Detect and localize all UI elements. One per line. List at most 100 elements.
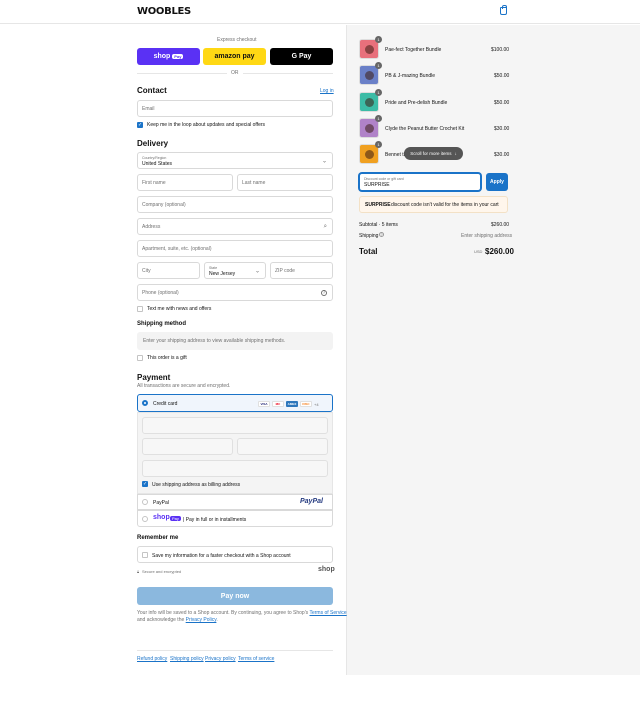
card-expiry-field[interactable] [142, 438, 233, 455]
privacy-policy-footer-link[interactable]: Privacy policy [205, 656, 236, 662]
phone-field[interactable]: Phone (optional) ? [137, 284, 333, 301]
discount-code-label: Discount code or gift card [364, 177, 404, 181]
or-divider-left [137, 73, 227, 74]
legal-mid: and acknowledge the [137, 617, 185, 623]
discount-code-field[interactable]: Discount code or gift card SURPRISE [359, 173, 481, 191]
cart-item-name: Clyde the Peanut Butter Crochet Kit [385, 126, 465, 132]
email-field[interactable]: Email [137, 100, 333, 117]
payment-heading: Payment [137, 373, 171, 382]
credit-card-label: Credit card [153, 401, 178, 407]
cart-item-name: PB & J-mazing Bundle [385, 73, 436, 79]
pay-now-button[interactable]: Pay now [137, 587, 333, 605]
card-brand-icons: VISA MC AMEX DISC +4 [258, 401, 319, 407]
shipping-policy-link[interactable]: Shipping policy [170, 656, 204, 662]
product-image [365, 124, 374, 133]
country-value: United States [142, 161, 173, 167]
lock-icon: 🔒︎ [137, 569, 140, 574]
discount-error-notice: SURPRISE discount code isn't valid for t… [359, 196, 508, 213]
last-name-placeholder: Last name [242, 179, 266, 186]
card-number-field[interactable] [142, 417, 328, 434]
card-name-field[interactable] [142, 460, 328, 477]
address-placeholder: Address [142, 223, 161, 230]
apply-discount-button[interactable]: Apply [486, 173, 508, 191]
cart-item-price: $50.00 [494, 73, 510, 79]
state-select[interactable]: State New Jersey ⌄ [204, 262, 266, 279]
state-label: State [209, 266, 218, 270]
currency-label: USD [474, 249, 483, 254]
notice-text: discount code isn't valid for the items … [391, 202, 499, 208]
shipping-method-placeholder-box: Enter your shipping address to view avai… [137, 332, 333, 350]
google-pay-button[interactable]: G Pay [270, 48, 333, 65]
arrow-down-icon: ↓ [454, 151, 457, 156]
gift-label: This order is a gift [147, 355, 187, 361]
apartment-field[interactable]: Apartment, suite, etc. (optional) [137, 240, 333, 257]
company-placeholder: Company (optional) [142, 201, 186, 208]
shipping-value: Enter shipping address [461, 233, 513, 239]
shop-pay-pill: Pay [170, 516, 181, 521]
shipping-label: Shipping [359, 233, 379, 239]
zip-field[interactable]: ZIP code [270, 262, 333, 279]
company-field[interactable]: Company (optional) [137, 196, 333, 213]
discover-icon: DISC [300, 401, 312, 407]
help-icon[interactable]: ? [321, 289, 327, 296]
cart-item-qty-badge: 1 [375, 141, 382, 148]
refund-policy-link[interactable]: Refund policy [137, 656, 167, 662]
cart-item-qty-badge: 1 [375, 36, 382, 43]
shop-pay-wordmark: shop [153, 53, 171, 60]
shop-pay-text: | Pay in full or in installments [183, 517, 247, 523]
card-cvv-field[interactable] [237, 438, 328, 455]
login-link[interactable]: Log in [320, 88, 334, 94]
total-label: Total [359, 247, 378, 256]
more-cards-label: +4 [314, 401, 319, 407]
brand-logo[interactable]: WOOBLES [137, 6, 191, 17]
phone-placeholder: Phone (optional) [142, 289, 179, 296]
product-image [365, 98, 374, 107]
newsletter-checkbox[interactable]: ✓ [137, 122, 143, 128]
billing-same-checkbox[interactable]: ✓ [142, 481, 148, 487]
delivery-heading: Delivery [137, 139, 169, 148]
terms-of-service-footer-link[interactable]: Terms of service [238, 656, 274, 662]
cart-item-price: $30.00 [494, 126, 510, 132]
notice-code: SURPRISE [365, 202, 391, 208]
shop-pay-pill: Pay [172, 54, 184, 59]
remember-me-checkbox[interactable] [142, 552, 148, 558]
legal-text: Your info will be saved to a Shop accoun… [137, 610, 347, 616]
apartment-placeholder: Apartment, suite, etc. (optional) [142, 245, 212, 252]
credit-card-radio[interactable] [142, 400, 148, 406]
paypal-label: PayPal [153, 500, 169, 506]
info-icon[interactable]: ? [379, 232, 384, 237]
remember-me-box[interactable]: Save my information for a faster checkou… [137, 546, 333, 563]
footer-divider [137, 650, 333, 651]
chevron-down-icon: ⌄ [321, 158, 327, 164]
text-news-checkbox[interactable] [137, 306, 143, 312]
cart-item-price: $100.00 [491, 47, 510, 53]
paypal-radio[interactable] [142, 499, 148, 505]
shop-pay-option[interactable]: shop Pay | Pay in full or in installment… [137, 510, 333, 527]
shopping-bag-icon[interactable] [500, 5, 507, 15]
last-name-field[interactable]: Last name [237, 174, 333, 191]
remember-me-heading: Remember me [137, 535, 179, 541]
shipping-method-placeholder: Enter your shipping address to view avai… [143, 338, 286, 344]
cart-item-qty-badge: 1 [375, 115, 382, 122]
total-value: $260.00 [485, 247, 514, 256]
privacy-policy-link[interactable]: Privacy Policy [186, 617, 217, 623]
amazon-pay-button[interactable]: amazon pay [203, 48, 266, 65]
shop-pay-button[interactable]: shop Pay [137, 48, 200, 65]
paypal-option[interactable]: PayPal PayPal [137, 494, 333, 510]
legal-suffix: . [216, 617, 218, 623]
product-image [365, 71, 374, 80]
country-select[interactable]: Country/Region United States ⌄ [137, 152, 333, 169]
subtotal-value: $260.00 [491, 222, 510, 228]
amex-icon: AMEX [286, 401, 298, 407]
cart-item-name: Pride and Pre-delish Bundle [385, 100, 448, 106]
mastercard-icon: MC [272, 401, 284, 407]
city-field[interactable]: City [137, 262, 200, 279]
terms-of-service-link[interactable]: Terms of Service [309, 610, 346, 616]
shop-pay-radio[interactable] [142, 516, 148, 522]
subtotal-label: Subtotal · 5 items [359, 222, 398, 228]
first-name-field[interactable]: First name [137, 174, 233, 191]
cart-item-qty-badge: 1 [375, 62, 382, 69]
scroll-hint-tooltip[interactable]: Scroll for more items ↓ [404, 147, 463, 160]
gift-checkbox[interactable] [137, 355, 143, 361]
address-field[interactable]: Address ⌕ [137, 218, 333, 235]
